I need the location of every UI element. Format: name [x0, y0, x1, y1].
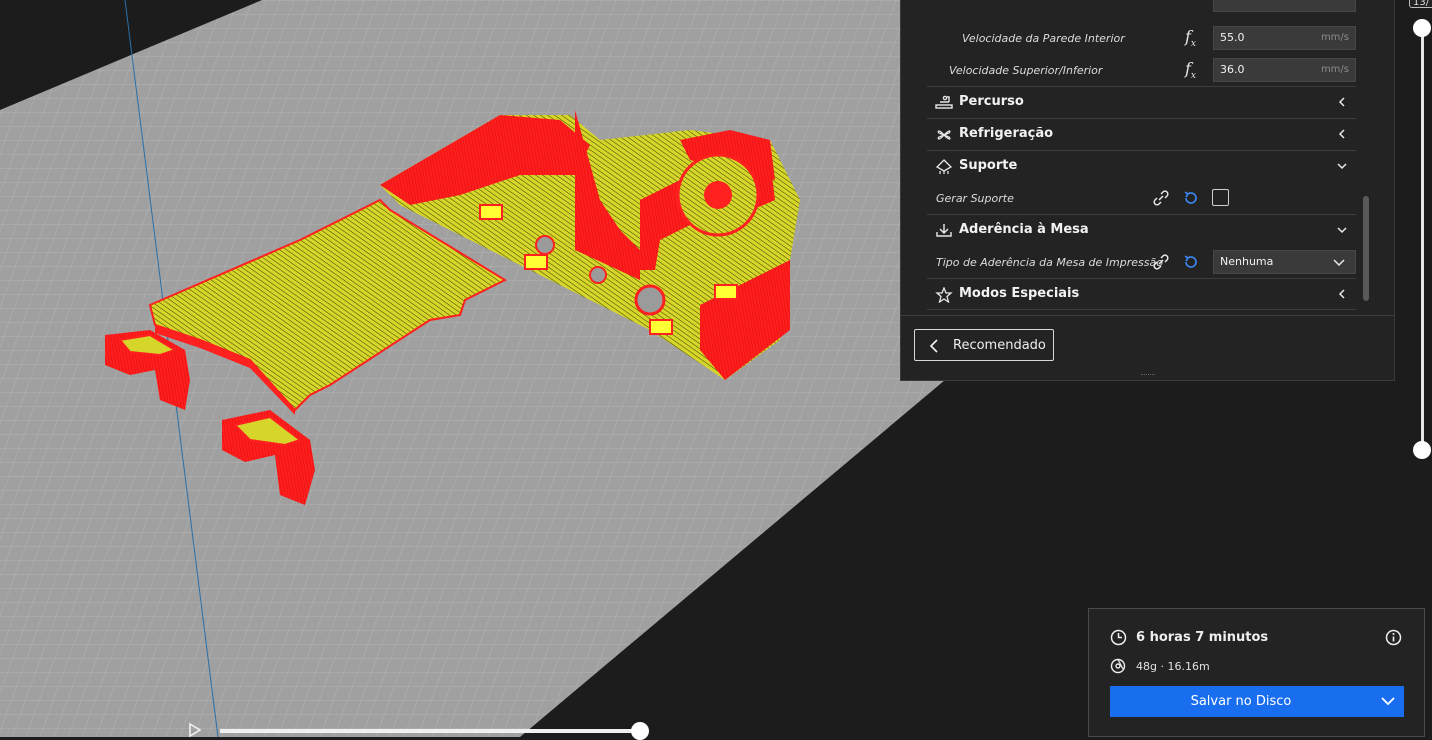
path-slider-track[interactable]	[220, 729, 641, 733]
category-support[interactable]: Suporte	[927, 150, 1356, 182]
link-icon[interactable]	[1152, 189, 1170, 207]
input-value: 36.0	[1220, 63, 1245, 76]
chevron-down-icon	[1337, 227, 1347, 234]
chevron-left-icon	[929, 339, 938, 353]
fan-icon	[937, 130, 951, 140]
category-label: Percurso	[959, 94, 1024, 109]
category-label: Suporte	[959, 158, 1018, 173]
setting-label: Gerar Suporte	[936, 191, 1014, 205]
chevron-down-icon[interactable]	[1380, 695, 1396, 707]
generate-support-checkbox[interactable]	[1212, 189, 1229, 206]
material-usage: 48g · 16.16m	[1136, 660, 1210, 673]
partial-input-field[interactable]	[1213, 0, 1356, 12]
category-special-modes[interactable]: Modos Especiais	[927, 278, 1356, 310]
chevron-left-icon	[1338, 289, 1345, 299]
fx-icon[interactable]: fx	[1185, 59, 1196, 81]
layer-slider-bottom-handle[interactable]	[1413, 441, 1431, 459]
print-info-panel: 6 horas 7 minutos 48g · 16.16m Salvar no…	[1088, 608, 1425, 737]
info-icon[interactable]	[1385, 629, 1402, 646]
chevron-left-icon	[1338, 97, 1345, 107]
reset-icon[interactable]	[1182, 189, 1200, 207]
fx-icon[interactable]: fx	[1185, 27, 1196, 49]
spool-icon	[1110, 658, 1126, 674]
layer-number-label: 13/	[1409, 0, 1432, 8]
adhesion-icon	[936, 224, 952, 237]
chevron-down-icon	[1337, 163, 1347, 170]
path-slider-handle[interactable]	[631, 722, 649, 740]
inner-wall-speed-input[interactable]: 55.0 mm/s	[1213, 26, 1356, 50]
category-label: Refrigeração	[959, 126, 1054, 141]
setting-row-top-bottom-speed: Velocidade Superior/Inferior fx 36.0 mm/…	[927, 54, 1356, 86]
setting-row-adhesion-type: Tipo de Aderência da Mesa de Impressão N…	[927, 246, 1356, 278]
chevron-left-icon	[1338, 129, 1345, 139]
category-travel[interactable]: Percurso	[927, 86, 1356, 118]
chevron-down-icon	[1333, 259, 1345, 267]
category-cooling[interactable]: Refrigeração	[927, 118, 1356, 150]
print-settings-panel: Velocidade da Parede Interior fx 55.0 mm…	[900, 0, 1395, 381]
layer-slider-top-handle[interactable]	[1413, 19, 1431, 37]
link-icon[interactable]	[1152, 253, 1170, 271]
recommended-label: Recomendado	[953, 337, 1046, 353]
save-label: Salvar no Disco	[1190, 694, 1292, 709]
select-value: Nenhuma	[1220, 255, 1274, 268]
reset-icon[interactable]	[1182, 253, 1200, 271]
setting-row-inner-wall-speed: Velocidade da Parede Interior fx 55.0 mm…	[927, 22, 1356, 54]
category-adhesion[interactable]: Aderência à Mesa	[927, 214, 1356, 246]
setting-row-generate-support: Gerar Suporte	[927, 182, 1356, 214]
support-icon	[935, 159, 953, 174]
clock-icon	[1110, 629, 1127, 646]
top-bottom-speed-input[interactable]: 36.0 mm/s	[1213, 58, 1356, 82]
setting-label: Velocidade da Parede Interior	[962, 31, 1125, 45]
unit-label: mm/s	[1320, 32, 1349, 43]
settings-scrollbar[interactable]	[1363, 196, 1369, 301]
adhesion-type-select[interactable]: Nenhuma	[1213, 250, 1356, 274]
travel-icon	[935, 95, 953, 109]
setting-label: Tipo de Aderência da Mesa de Impressão	[936, 255, 1163, 269]
layer-slider-track[interactable]	[1421, 28, 1424, 450]
resize-grip[interactable]	[1141, 374, 1155, 377]
input-value: 55.0	[1220, 31, 1245, 44]
setting-label: Velocidade Superior/Inferior	[949, 63, 1103, 77]
save-to-disk-button[interactable]: Salvar no Disco	[1110, 686, 1404, 717]
category-label: Modos Especiais	[959, 286, 1080, 301]
category-label: Aderência à Mesa	[959, 222, 1089, 237]
unit-label: mm/s	[1320, 64, 1349, 75]
play-icon[interactable]	[186, 722, 204, 738]
star-icon	[935, 287, 953, 303]
print-time: 6 horas 7 minutos	[1136, 630, 1269, 645]
recommended-button[interactable]: Recomendado	[914, 329, 1054, 361]
